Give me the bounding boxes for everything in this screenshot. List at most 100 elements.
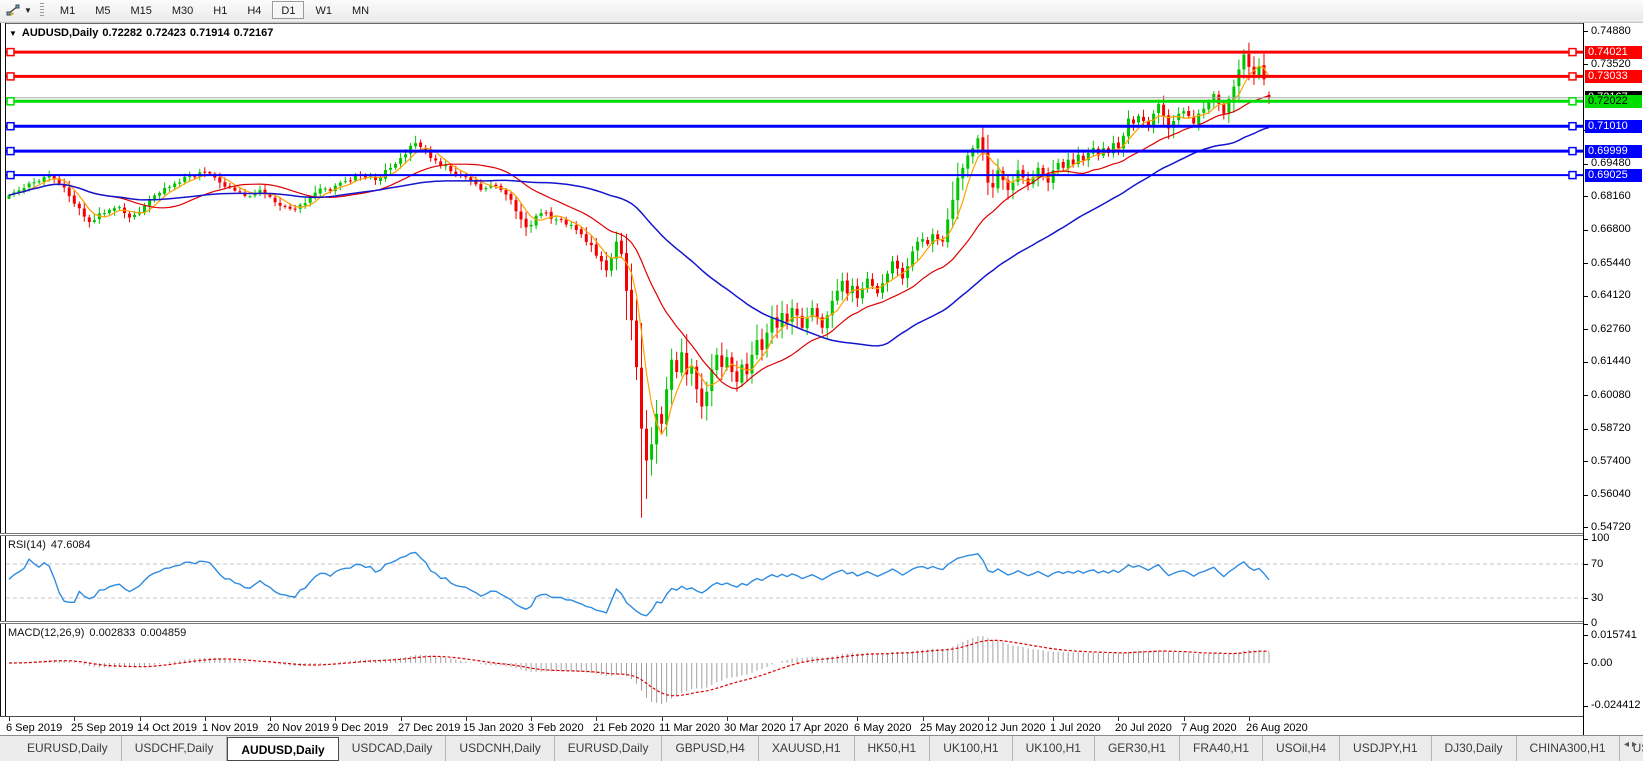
tab-usdchf-daily-1[interactable]: USDCHF,Daily (122, 736, 228, 761)
line-handle[interactable] (6, 121, 15, 131)
timeframe-button-mn[interactable]: MN (343, 1, 378, 19)
timeframe-button-m30[interactable]: M30 (163, 1, 202, 19)
y-axis-tick-label: 0.61440 (1591, 355, 1631, 368)
timeframe-button-d1[interactable]: D1 (272, 1, 305, 19)
hline-price-label-0.72022: 0.72022 (1585, 94, 1642, 108)
tab-audusd-daily-2[interactable]: AUDUSD,Daily (227, 737, 339, 761)
candle-body (7, 195, 11, 199)
x-axis-date-label: 7 Aug 2020 (1181, 722, 1237, 734)
candle-body (494, 184, 498, 186)
candle-body (293, 208, 297, 210)
line-handle[interactable] (1568, 47, 1577, 57)
tab-usdjpy-h1-14[interactable]: USDJPY,H1 (1340, 736, 1432, 761)
x-axis-date-label: 21 Feb 2020 (593, 722, 655, 734)
hline-price-label-0.74021: 0.74021 (1585, 45, 1642, 59)
x-axis-tick (662, 717, 663, 721)
y-axis-tick (1584, 461, 1588, 463)
candle-body (67, 187, 71, 197)
tab-eurusd-daily-0[interactable]: EURUSD,Daily (14, 736, 122, 761)
line-handle[interactable] (1568, 146, 1577, 156)
date-axis[interactable]: 6 Sep 2019 25 Sep 2019 14 Oct 2019 1 Nov 20… (0, 717, 1583, 735)
macd-header: MACD(12,26,9) 0.002833 0.004859 (8, 627, 191, 639)
candle-body (795, 308, 799, 316)
line-handle[interactable] (6, 47, 15, 57)
candle-body (705, 391, 709, 407)
timeframe-button-h4[interactable]: H4 (238, 1, 270, 19)
x-axis-date-label: 25 Sep 2019 (71, 722, 134, 734)
candle-body (574, 225, 578, 230)
macd-axis-label: 0.015741 (1591, 628, 1637, 641)
tab-usdcnh-daily-4[interactable]: USDCNH,Daily (446, 736, 555, 761)
price-axis[interactable]: 0.748800.735200.708400.694800.681600.668… (1583, 23, 1643, 735)
tab-scroll-right-icon[interactable]: ▸ (1632, 739, 1640, 750)
chart-tab-bar: EURUSD,Daily USDCHF,Daily AUDUSD,Daily USDC… (0, 735, 1643, 761)
candle-body (1061, 162, 1065, 168)
x-axis-tick (857, 717, 858, 721)
macd-indicator-pane[interactable] (0, 624, 1583, 716)
line-handle[interactable] (6, 146, 15, 156)
line-handle[interactable] (6, 170, 15, 180)
timeframe-toolbar: ▼ M1 M5 M15 M30 H1 H4 D1 W1 MN (0, 0, 1643, 20)
tab-gbpusd-h4-6[interactable]: GBPUSD,H4 (662, 736, 759, 761)
timeframe-button-m1[interactable]: M1 (51, 1, 84, 19)
line-handle[interactable] (1568, 121, 1577, 131)
tab-scroll-left-icon[interactable]: ◂ (1624, 739, 1632, 750)
candle-body (720, 355, 724, 367)
candle-body (544, 212, 548, 214)
pane-splitter[interactable] (0, 621, 1643, 624)
y-axis-tick-label: 0.74880 (1591, 24, 1631, 37)
candle-body (404, 154, 408, 158)
toolbar-separator (39, 3, 44, 17)
timeframe-button-m15[interactable]: M15 (121, 1, 160, 19)
timeframe-button-w1[interactable]: W1 (306, 1, 341, 19)
timeframe-button-m5[interactable]: M5 (86, 1, 119, 19)
tab-dj30-daily-15[interactable]: DJ30,Daily (1432, 736, 1517, 761)
macd-axis-tick (1584, 663, 1588, 664)
line-handle[interactable] (6, 72, 15, 81)
tab-fra40-h1-12[interactable]: FRA40,H1 (1180, 736, 1264, 761)
tab-hk50-h1-8[interactable]: HK50,H1 (855, 736, 931, 761)
candle-body (876, 286, 879, 294)
tab-xauusd-h1-7[interactable]: XAUUSD,H1 (759, 736, 855, 761)
candle-body (343, 181, 347, 183)
chart-menu-arrow[interactable]: ▼ (9, 29, 17, 38)
candle-body (665, 389, 669, 425)
line-handle[interactable] (1568, 72, 1577, 81)
candle-body (559, 218, 563, 220)
tab-uk100-h1-10[interactable]: UK100,H1 (1013, 736, 1095, 761)
x-axis-tick (1053, 717, 1054, 721)
main-price-chart[interactable] (0, 23, 1583, 534)
candle-body (870, 279, 874, 286)
timeframe-button-h1[interactable]: H1 (204, 1, 236, 19)
y-axis-tick (1584, 494, 1588, 496)
tab-uk100-h1-9[interactable]: UK100,H1 (930, 736, 1013, 761)
line-studies-button[interactable]: ▼ (2, 1, 36, 19)
tab-eurusd-daily-5[interactable]: EURUSD,Daily (555, 736, 663, 761)
candle-body (1056, 162, 1060, 170)
tab-china300-h1-16[interactable]: CHINA300,H1 (1517, 736, 1620, 761)
candle-body (82, 208, 86, 217)
rsi-indicator-pane[interactable] (0, 536, 1583, 624)
candle-body (845, 280, 849, 294)
candle-body (725, 357, 729, 368)
line-handle[interactable] (6, 97, 15, 106)
x-axis-tick (335, 717, 336, 721)
tab-usdcad-daily-3[interactable]: USDCAD,Daily (339, 736, 447, 761)
hline-price-label-0.69025: 0.69025 (1585, 168, 1642, 182)
line-handle[interactable] (1568, 97, 1577, 106)
tab-usoil-h4-13[interactable]: USOil,H4 (1263, 736, 1341, 761)
tab-ger30-h1-11[interactable]: GER30,H1 (1095, 736, 1180, 761)
rsi-axis-tick (1584, 538, 1588, 540)
candle-body (303, 203, 307, 206)
pane-splitter[interactable] (0, 533, 1643, 536)
candle-body (1202, 108, 1206, 113)
line-handle[interactable] (1568, 170, 1577, 180)
candle-body (690, 367, 694, 374)
candle-body (203, 171, 207, 173)
candle-body (1222, 104, 1226, 114)
candle-body (1242, 54, 1246, 70)
hline-price-label-0.69999: 0.69999 (1585, 144, 1642, 158)
x-axis-tick (988, 717, 989, 721)
candle-body (183, 176, 187, 182)
candle-body (419, 142, 423, 147)
